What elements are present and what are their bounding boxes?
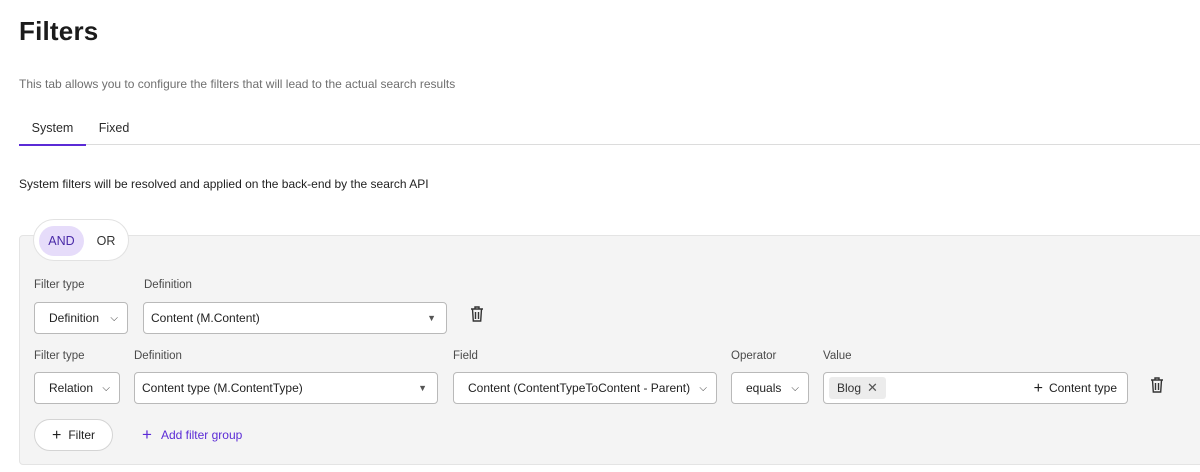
filter-type-value: Definition <box>49 311 100 325</box>
chevron-down-icon: ⌵ <box>110 313 118 324</box>
and-toggle-button[interactable]: AND <box>39 226 84 256</box>
caret-down-icon: ▼ <box>427 313 436 323</box>
caret-down-icon: ▼ <box>418 383 427 393</box>
definition-label: Definition <box>134 350 182 362</box>
add-filter-label: Filter <box>68 428 95 442</box>
value-chip-label: Blog <box>837 381 862 395</box>
definition-value: Content type (M.ContentType) <box>142 381 303 395</box>
tab-fixed[interactable]: Fixed <box>86 113 142 145</box>
definition-label: Definition <box>144 279 192 291</box>
logic-toggle: AND OR <box>33 219 129 261</box>
add-filter-group-label: Add filter group <box>160 428 243 442</box>
chevron-down-icon: ⌵ <box>102 383 110 394</box>
trash-icon[interactable] <box>469 305 485 323</box>
filter-type-label: Filter type <box>34 350 85 362</box>
filter-type-select[interactable]: Relation ⌵ <box>34 372 120 404</box>
page-description: This tab allows you to configure the fil… <box>19 77 456 91</box>
definition-select[interactable]: Content type (M.ContentType) ▼ <box>134 372 438 404</box>
tab-system[interactable]: System <box>19 113 86 146</box>
page-title: Filters <box>19 16 99 46</box>
add-filter-group-button[interactable]: + Add filter group <box>142 419 242 451</box>
value-label: Value <box>823 350 852 362</box>
field-label: Field <box>453 350 478 362</box>
operator-value: equals <box>746 381 782 395</box>
add-content-type-label: Content type <box>1048 381 1117 395</box>
plus-icon: + <box>51 427 62 444</box>
value-chip: Blog ✕ <box>829 377 886 399</box>
add-content-type-button[interactable]: + Content type <box>1034 373 1117 404</box>
operator-select[interactable]: equals ⌵ <box>731 372 809 404</box>
field-value: Content (ContentTypeToContent - Parent) <box>468 381 691 395</box>
chevron-down-icon: ⌵ <box>699 383 707 394</box>
filter-type-select[interactable]: Definition ⌵ <box>34 302 128 334</box>
or-toggle-button[interactable]: OR <box>86 226 126 256</box>
add-filter-button[interactable]: + Filter <box>34 419 113 451</box>
definition-select[interactable]: Content (M.Content) ▼ <box>143 302 447 334</box>
definition-value: Content (M.Content) <box>151 311 260 325</box>
trash-icon[interactable] <box>1149 376 1165 394</box>
plus-icon: + <box>142 425 152 444</box>
section-description: System filters will be resolved and appl… <box>19 177 429 191</box>
plus-icon: + <box>1033 380 1043 397</box>
operator-label: Operator <box>731 350 777 362</box>
filter-type-value: Relation <box>49 381 94 395</box>
close-icon[interactable]: ✕ <box>867 380 878 395</box>
field-select[interactable]: Content (ContentTypeToContent - Parent) … <box>453 372 717 404</box>
filter-type-label: Filter type <box>34 279 85 291</box>
tab-bar: System Fixed <box>19 113 1200 146</box>
chevron-down-icon: ⌵ <box>791 383 799 394</box>
value-input[interactable]: Blog ✕ + Content type <box>823 372 1128 404</box>
